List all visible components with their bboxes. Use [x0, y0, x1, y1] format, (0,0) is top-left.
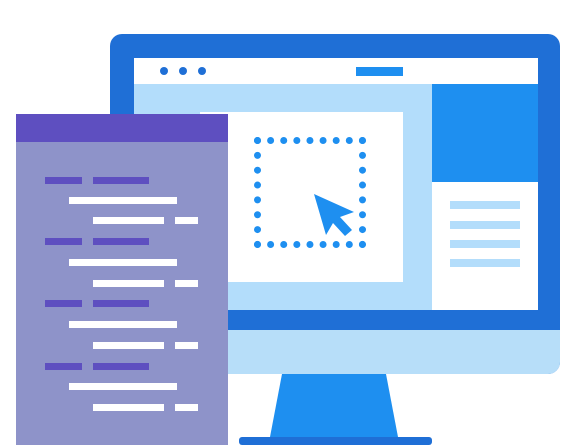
code-line — [45, 363, 82, 370]
side-panel-line — [450, 259, 520, 267]
code-line — [93, 300, 149, 307]
window-dot-icon — [179, 67, 187, 75]
side-panel-line — [450, 201, 520, 209]
code-line — [69, 383, 177, 390]
code-line — [93, 238, 149, 245]
side-panel-line — [450, 240, 520, 248]
code-line — [93, 177, 149, 184]
code-line — [93, 363, 149, 370]
code-line — [45, 177, 82, 184]
code-line — [93, 280, 164, 287]
code-line — [45, 300, 82, 307]
address-bar — [356, 67, 403, 76]
window-dot-icon — [160, 67, 168, 75]
code-line — [69, 197, 177, 204]
code-line — [93, 404, 164, 411]
side-panel-line — [450, 221, 520, 229]
code-line — [69, 259, 177, 266]
cursor-arrow-icon — [314, 194, 354, 236]
illustration — [0, 0, 566, 445]
design-canvas — [200, 112, 403, 282]
code-line — [69, 321, 177, 328]
code-line — [175, 342, 198, 349]
code-panel-header — [16, 114, 228, 142]
code-panel — [16, 114, 228, 445]
side-panel — [432, 84, 538, 310]
code-line — [93, 217, 164, 224]
window-dot-icon — [198, 67, 206, 75]
code-line — [175, 404, 198, 411]
code-line — [93, 342, 164, 349]
browser-titlebar — [134, 58, 538, 84]
monitor-base — [239, 437, 432, 445]
code-line — [45, 238, 82, 245]
monitor-neck — [270, 374, 398, 437]
side-panel-header — [432, 84, 538, 182]
code-line — [175, 280, 198, 287]
code-line — [175, 217, 198, 224]
